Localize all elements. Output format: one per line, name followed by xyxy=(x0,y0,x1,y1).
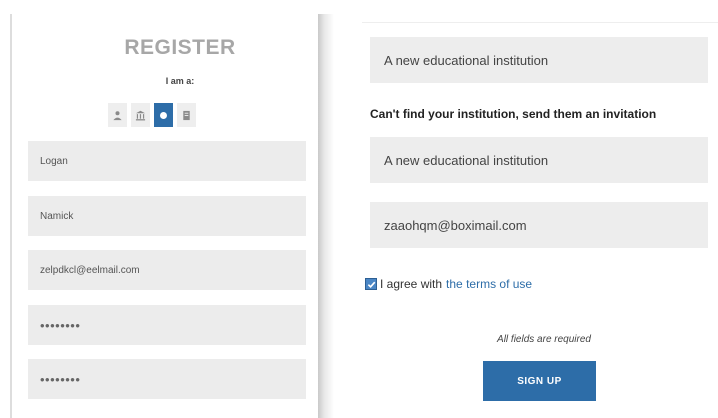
password-field[interactable]: •••••••• xyxy=(28,305,306,345)
last-name-field[interactable]: Namick xyxy=(28,196,306,236)
panel-divider-shadow xyxy=(318,14,334,418)
role-label: I am a: xyxy=(165,76,195,86)
role-selector xyxy=(108,103,196,127)
first-name-field[interactable]: Logan xyxy=(28,141,306,181)
terms-link[interactable]: the terms of use xyxy=(446,277,532,291)
book-icon xyxy=(183,110,190,120)
agree-text: I agree with xyxy=(380,277,443,291)
top-divider xyxy=(362,22,718,23)
institution-select[interactable]: A new educational institution xyxy=(370,37,708,83)
person-icon xyxy=(113,110,122,120)
confirm-password-field[interactable]: •••••••• xyxy=(28,359,306,399)
invite-institution-field[interactable]: A new educational institution xyxy=(370,137,708,183)
terms-agreement: I agree with the terms of use xyxy=(365,277,532,291)
institution-icon xyxy=(135,110,146,120)
invite-prompt: Can't find your institution, send them a… xyxy=(370,107,657,121)
register-title: REGISTER xyxy=(124,36,236,59)
role-circle-button[interactable] xyxy=(154,103,173,127)
role-book-button[interactable] xyxy=(177,103,196,127)
invite-email-field[interactable]: zaaohqm@boximail.com xyxy=(370,202,708,248)
required-note: All fields are required xyxy=(497,334,591,345)
terms-checkbox[interactable] xyxy=(365,278,377,290)
sign-up-button[interactable]: SIGN UP xyxy=(483,361,596,401)
checkmark-icon xyxy=(367,281,375,288)
role-person-button[interactable] xyxy=(108,103,127,127)
email-field[interactable]: zelpdkcl@eelmail.com xyxy=(28,250,306,290)
role-institution-button[interactable] xyxy=(131,103,150,127)
circle-icon xyxy=(160,111,167,119)
